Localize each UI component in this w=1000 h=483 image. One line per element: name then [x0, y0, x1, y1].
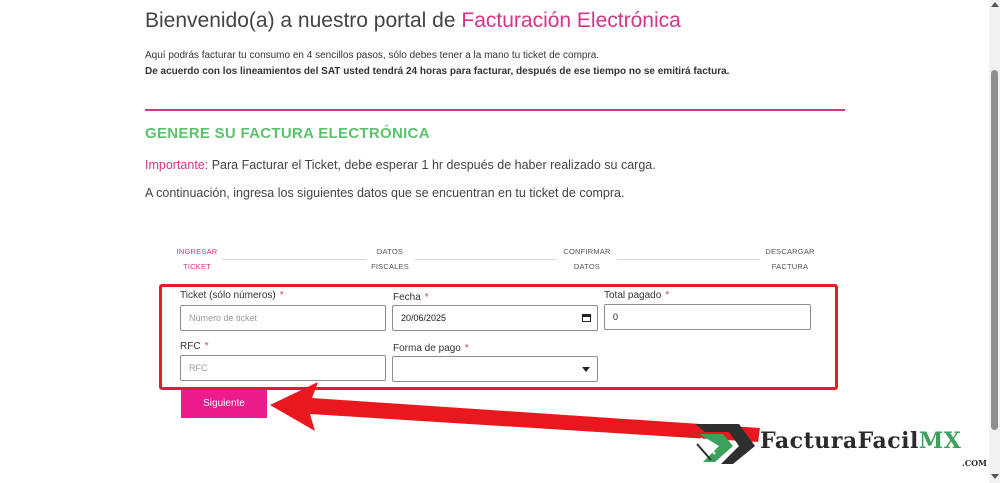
scroll-up-icon[interactable] [991, 2, 999, 7]
scroll-down-icon[interactable] [991, 474, 999, 479]
logo-text: FacturaFacilMX [760, 428, 961, 454]
logo-suffix: .COM [962, 458, 987, 468]
scrollbar-thumb[interactable] [991, 70, 998, 430]
arrow-annotation-icon [270, 382, 760, 442]
logo-text-accent: MX [918, 428, 962, 454]
logo-text-main: FacturaFacil [760, 428, 919, 454]
